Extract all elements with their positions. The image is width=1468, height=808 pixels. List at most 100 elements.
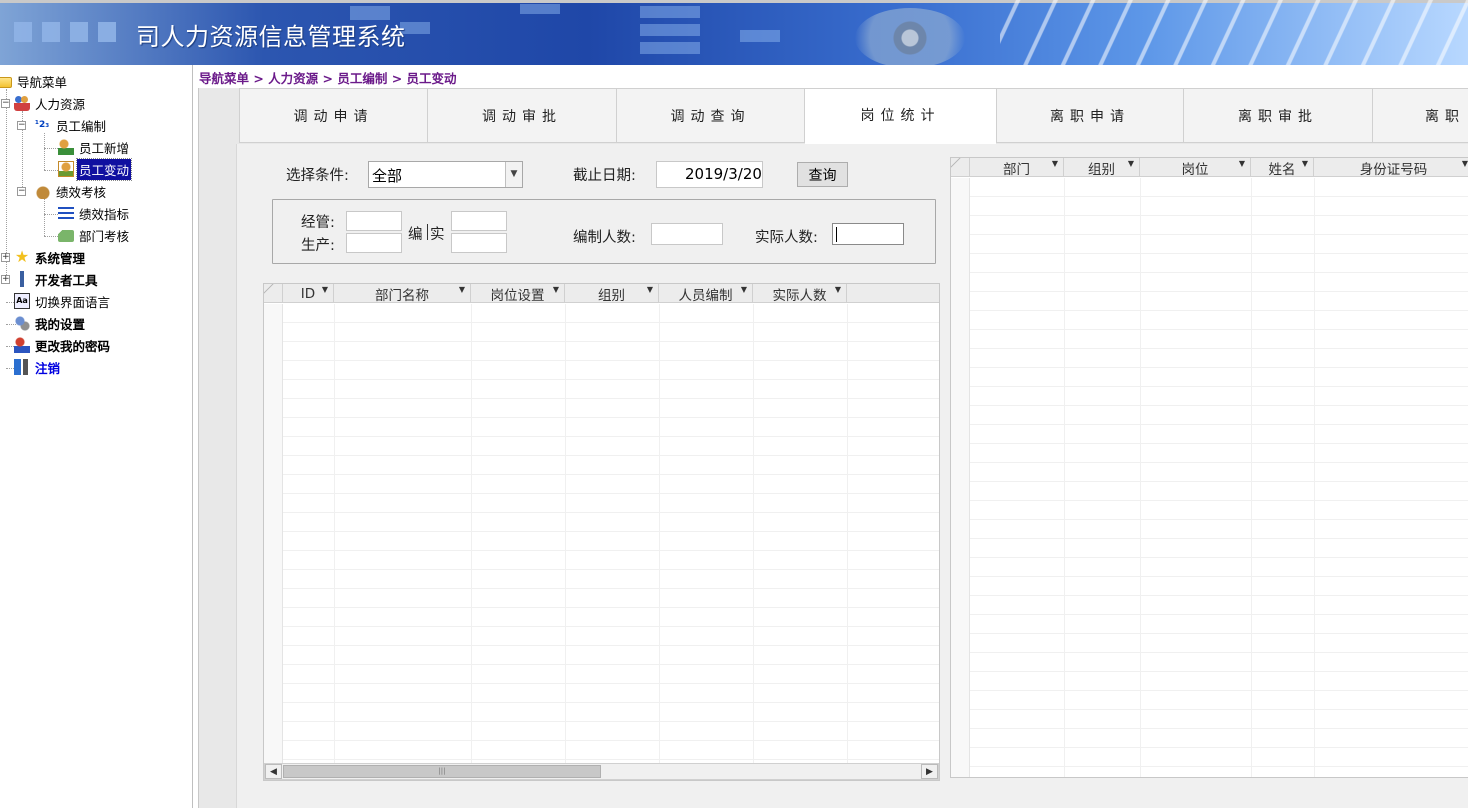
grid-column-line bbox=[753, 304, 754, 780]
user-add-icon bbox=[58, 139, 74, 155]
banner-decoration bbox=[640, 42, 700, 54]
tree-item-system-admin[interactable]: ★ 系统管理 bbox=[14, 247, 87, 267]
tree-item-nav-menu[interactable]: 导航菜单 bbox=[0, 71, 69, 91]
tree-item-label: 员工编制 bbox=[56, 118, 107, 134]
tab-transfer-query[interactable]: 调动查询 bbox=[617, 88, 805, 143]
banner-blurred-text bbox=[14, 22, 32, 42]
collapse-toggle[interactable]: − bbox=[17, 187, 26, 196]
column-header[interactable]: 人员编制 ▼ bbox=[659, 284, 753, 304]
dropdown-arrow-icon[interactable]: ▼ bbox=[647, 285, 653, 294]
jingguan-planned-field[interactable] bbox=[346, 211, 402, 231]
tree-item-dev-tools[interactable]: 开发者工具 bbox=[14, 269, 100, 289]
jingguan-actual-field[interactable] bbox=[451, 211, 507, 231]
condition-label: 选择条件: bbox=[286, 168, 349, 184]
expand-toggle[interactable]: + bbox=[1, 275, 10, 284]
tree-item-dept-review[interactable]: 部门考核 bbox=[58, 225, 131, 245]
tab-bar: 调动申请 调动审批 调动查询 岗位统计 离职申请 离职审批 离职 bbox=[239, 88, 1468, 144]
chevron-down-icon[interactable]: ▼ bbox=[505, 162, 522, 187]
dropdown-arrow-icon[interactable]: ▼ bbox=[322, 285, 328, 294]
shiji-count-field[interactable] bbox=[832, 223, 904, 245]
condition-select[interactable]: 全部 ▼ bbox=[368, 161, 523, 188]
shengchan-planned-field[interactable] bbox=[346, 233, 402, 253]
condition-select-value: 全部 bbox=[372, 167, 403, 185]
app-title: 司人力资源信息管理系统 bbox=[136, 23, 406, 51]
tree-item-change-password[interactable]: 更改我的密码 bbox=[14, 335, 112, 355]
banner-light-rays bbox=[1000, 0, 1468, 65]
dept-position-grid[interactable]: ID ▼ 部门名称 ▼ 岗位设置 ▼ 组别 ▼ 人员编制 ▼ 实际人数 ▼ ◀ ||| ▶ bbox=[263, 283, 940, 781]
tree-item-label: 切换界面语言 bbox=[35, 294, 111, 310]
shiji-label: 实际人数: bbox=[755, 230, 818, 246]
tab-resign-more[interactable]: 离职 bbox=[1373, 88, 1468, 143]
user-key-icon bbox=[14, 337, 30, 353]
query-button[interactable]: 查询 bbox=[797, 162, 848, 187]
column-header[interactable]: 岗位设置 ▼ bbox=[471, 284, 565, 304]
app-banner: 司人力资源信息管理系统 bbox=[0, 0, 1468, 65]
tree-item-kpi[interactable]: 绩效指标 bbox=[58, 203, 131, 223]
logout-icon bbox=[14, 359, 30, 375]
date-field[interactable]: 2019/3/20 bbox=[656, 161, 763, 188]
breadcrumb: 导航菜单 > 人力资源 > 员工编制 > 员工变动 bbox=[199, 71, 457, 86]
grid-header: ID ▼ 部门名称 ▼ 岗位设置 ▼ 组别 ▼ 人员编制 ▼ 实际人数 ▼ bbox=[264, 284, 939, 304]
tab-transfer-approve[interactable]: 调动审批 bbox=[428, 88, 617, 143]
column-header[interactable]: 身份证号码 ▼ bbox=[1314, 158, 1468, 178]
tree-connector bbox=[6, 89, 7, 279]
grid-body bbox=[264, 304, 939, 780]
tree-item-label: 绩效考核 bbox=[56, 184, 107, 200]
tab-position-stats[interactable]: 岗位统计 bbox=[805, 88, 997, 144]
dropdown-arrow-icon[interactable]: ▼ bbox=[459, 285, 465, 294]
tree-item-staffing[interactable]: ¹2₃ 员工编制 bbox=[35, 115, 108, 135]
column-header[interactable]: 部门 ▼ bbox=[970, 158, 1064, 178]
folder-icon bbox=[0, 77, 12, 88]
expand-toggle[interactable]: + bbox=[1, 253, 10, 262]
collapse-toggle[interactable]: − bbox=[1, 99, 10, 108]
tree-item-label: 注销 bbox=[35, 360, 61, 376]
grid-column-line bbox=[334, 304, 335, 780]
shi-label: 实 bbox=[430, 227, 445, 243]
tree-item-my-settings[interactable]: 我的设置 bbox=[14, 313, 87, 333]
dropdown-arrow-icon[interactable]: ▼ bbox=[835, 285, 841, 294]
tree-item-label: 开发者工具 bbox=[35, 272, 98, 288]
tree-item-label: 系统管理 bbox=[35, 250, 86, 266]
column-header[interactable]: 部门名称 ▼ bbox=[334, 284, 471, 304]
scroll-left-icon[interactable]: ◀ bbox=[265, 764, 282, 779]
tab-resign-apply[interactable]: 离职申请 bbox=[997, 88, 1184, 143]
dropdown-arrow-icon[interactable]: ▼ bbox=[1302, 159, 1308, 168]
divider bbox=[427, 224, 428, 240]
collapse-toggle[interactable]: − bbox=[17, 121, 26, 130]
bianzhi-count-field[interactable] bbox=[651, 223, 723, 245]
column-header[interactable]: 姓名 ▼ bbox=[1251, 158, 1314, 178]
tree-item-employee-change[interactable]: 员工变动 bbox=[58, 157, 133, 181]
tree-item-switch-language[interactable]: Aa 切换界面语言 bbox=[14, 291, 112, 311]
scrollbar-thumb[interactable]: ||| bbox=[283, 765, 601, 778]
tab-transfer-apply[interactable]: 调动申请 bbox=[239, 88, 428, 143]
banner-blurred-text bbox=[70, 22, 88, 42]
dropdown-arrow-icon[interactable]: ▼ bbox=[1128, 159, 1134, 168]
employee-grid[interactable]: 部门 ▼ 组别 ▼ 岗位 ▼ 姓名 ▼ 身份证号码 ▼ bbox=[950, 157, 1468, 778]
tree-item-performance[interactable]: 绩效考核 bbox=[35, 181, 108, 201]
tree-connector bbox=[44, 199, 45, 236]
tree-item-logout[interactable]: 注销 bbox=[14, 357, 62, 377]
dropdown-arrow-icon[interactable]: ▼ bbox=[1239, 159, 1245, 168]
money-bag-icon bbox=[35, 183, 51, 199]
tree-item-hr[interactable]: 人力资源 bbox=[14, 93, 87, 113]
dropdown-arrow-icon[interactable]: ▼ bbox=[553, 285, 559, 294]
dropdown-arrow-icon[interactable]: ▼ bbox=[741, 285, 747, 294]
dropdown-arrow-icon[interactable]: ▼ bbox=[1462, 159, 1468, 168]
shengchan-actual-field[interactable] bbox=[451, 233, 507, 253]
column-header[interactable]: 组别 ▼ bbox=[565, 284, 659, 304]
column-header[interactable]: 实际人数 ▼ bbox=[753, 284, 847, 304]
tab-resign-approve[interactable]: 离职审批 bbox=[1184, 88, 1373, 143]
dropdown-arrow-icon[interactable]: ▼ bbox=[1052, 159, 1058, 168]
scroll-right-icon[interactable]: ▶ bbox=[921, 764, 938, 779]
grid-header: 部门 ▼ 组别 ▼ 岗位 ▼ 姓名 ▼ 身份证号码 ▼ bbox=[951, 158, 1468, 178]
tree-item-label: 我的设置 bbox=[35, 316, 86, 332]
tree-item-employee-add[interactable]: 员工新增 bbox=[58, 137, 131, 157]
horizontal-scrollbar[interactable]: ◀ ||| ▶ bbox=[264, 763, 939, 780]
banner-disc-graphic bbox=[855, 8, 965, 65]
column-header[interactable]: 岗位 ▼ bbox=[1140, 158, 1251, 178]
column-header[interactable]: ID ▼ bbox=[283, 284, 334, 303]
language-icon: Aa bbox=[14, 293, 30, 309]
tree-item-label: 员工变动 bbox=[75, 157, 133, 181]
grid-column-line bbox=[847, 304, 848, 780]
column-header[interactable]: 组别 ▼ bbox=[1064, 158, 1140, 178]
